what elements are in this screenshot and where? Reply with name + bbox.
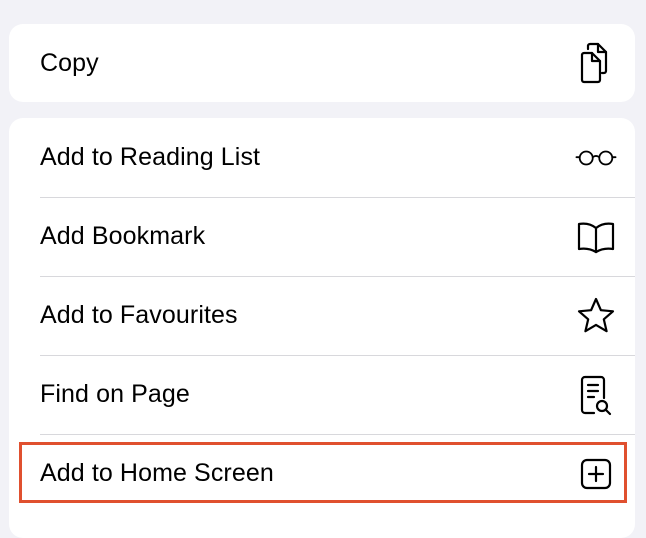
add-square-icon (574, 452, 618, 496)
copy-card: Copy (9, 24, 635, 102)
add-bookmark-button[interactable]: Add Bookmark (9, 197, 635, 276)
add-bookmark-label: Add Bookmark (40, 222, 206, 250)
book-icon (574, 215, 618, 259)
copy-button[interactable]: Copy (9, 24, 635, 102)
add-to-reading-list-label: Add to Reading List (40, 143, 261, 171)
star-icon (574, 294, 618, 338)
add-to-home-screen-button[interactable]: Add to Home Screen (9, 434, 635, 513)
actions-card: Add to Reading List Add Bookmark Add to … (9, 118, 635, 538)
find-on-page-button[interactable]: Find on Page (9, 355, 635, 434)
copy-label: Copy (40, 48, 99, 77)
find-on-page-label: Find on Page (40, 380, 190, 408)
add-to-reading-list-button[interactable]: Add to Reading List (9, 118, 635, 197)
add-to-home-screen-label: Add to Home Screen (40, 459, 274, 487)
copy-icon (574, 41, 618, 85)
add-to-favourites-button[interactable]: Add to Favourites (9, 276, 635, 355)
add-to-favourites-label: Add to Favourites (40, 301, 238, 329)
find-on-page-icon (574, 373, 618, 417)
glasses-icon (574, 136, 618, 180)
